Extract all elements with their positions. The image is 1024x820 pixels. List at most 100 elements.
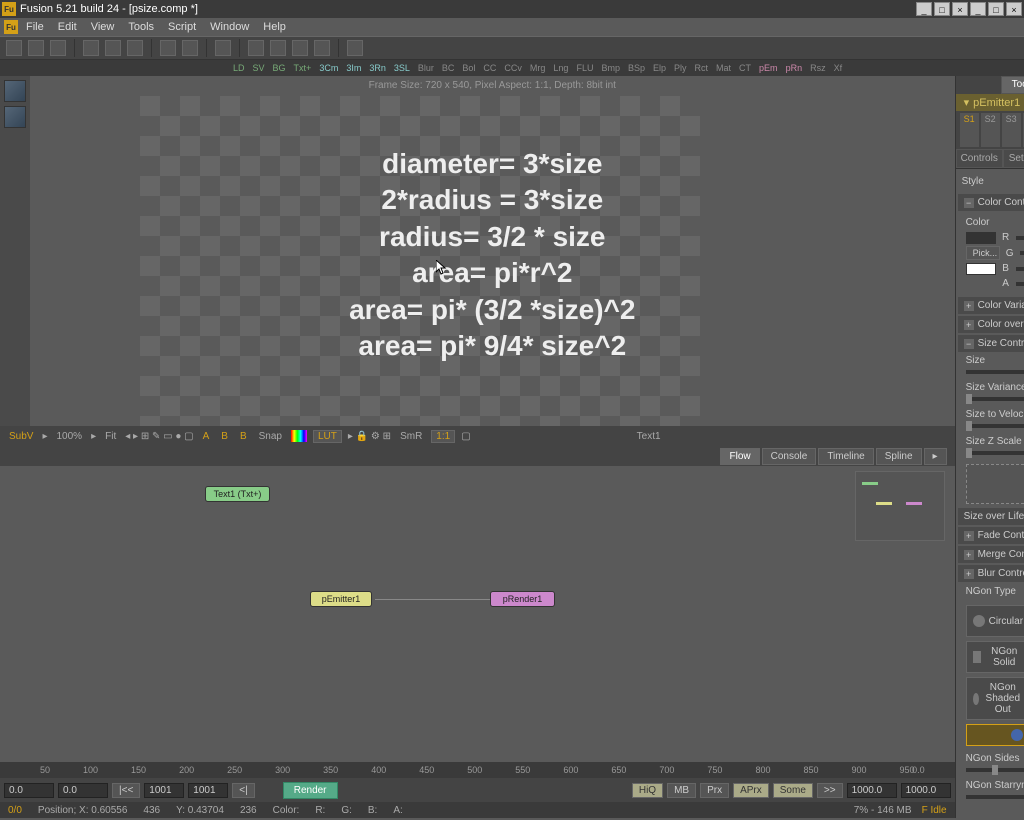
timeline-ruler[interactable]: 50100150 200250300 350400450 500550600 6… (0, 762, 955, 778)
slider-g[interactable] (1020, 251, 1024, 255)
lut-button[interactable]: LUT (313, 430, 342, 443)
tl-range-a[interactable] (847, 783, 897, 798)
tl-end-field[interactable]: 0.0 (912, 765, 925, 775)
layout5-button[interactable] (347, 40, 363, 56)
layout2-button[interactable] (270, 40, 286, 56)
tab-timeline[interactable]: Timeline (818, 448, 873, 465)
tool-rct[interactable]: Rct (692, 62, 712, 74)
subv-button[interactable]: SubV (6, 431, 36, 442)
tool-cc[interactable]: CC (480, 62, 499, 74)
paste-button[interactable] (127, 40, 143, 56)
tool-ccv[interactable]: CCv (501, 62, 525, 74)
ngon-circle[interactable]: Circle (966, 724, 1024, 746)
color-strip[interactable] (291, 430, 307, 442)
play-start-button[interactable]: |<< (112, 783, 140, 798)
tool-3cm[interactable]: 3Cm (316, 62, 341, 74)
aprx-button[interactable]: APrx (733, 783, 769, 798)
slider-r[interactable] (1016, 236, 1024, 240)
viewer-canvas[interactable]: Frame Size: 720 x 540, Pixel Aspect: 1:1… (30, 76, 955, 426)
render-button[interactable]: Render (283, 782, 338, 799)
save-button[interactable] (50, 40, 66, 56)
tool-ld[interactable]: LD (230, 62, 248, 74)
fit-button[interactable]: Fit (102, 431, 119, 442)
tab-spline[interactable]: Spline (876, 448, 922, 465)
viewer-tool-1[interactable] (4, 80, 26, 102)
slot-s2[interactable]: S2 (981, 113, 1000, 147)
tool-blur[interactable]: Blur (415, 62, 437, 74)
section-color-controls[interactable]: −Color Controls (958, 194, 1024, 211)
menu-tools[interactable]: Tools (122, 19, 160, 35)
vt-b1[interactable]: B (218, 431, 231, 442)
ratio-button[interactable]: 1:1 (431, 430, 455, 443)
menu-edit[interactable]: Edit (52, 19, 83, 35)
tab-collapse[interactable]: ▸ (924, 448, 947, 465)
doc-minimize-button[interactable]: _ (970, 2, 986, 16)
curve-editor[interactable] (966, 464, 1024, 504)
layout1-button[interactable] (248, 40, 264, 56)
tool-bsp[interactable]: BSp (625, 62, 648, 74)
tool-bc[interactable]: BC (439, 62, 458, 74)
tool-pem[interactable]: pEm (756, 62, 781, 74)
tl-small-b[interactable] (188, 783, 228, 798)
viewer-tool-2[interactable] (4, 106, 26, 128)
node-prender1[interactable]: pRender1 (490, 591, 555, 607)
close-button[interactable]: × (952, 2, 968, 16)
menu-help[interactable]: Help (257, 19, 292, 35)
delete-button[interactable] (215, 40, 231, 56)
tab-console[interactable]: Console (762, 448, 817, 465)
section-size-controls[interactable]: −Size Controls (958, 335, 1024, 352)
tool-xf[interactable]: Xf (831, 62, 846, 74)
flow-navigator[interactable] (855, 471, 945, 541)
tool-3im[interactable]: 3Im (343, 62, 364, 74)
menu-file[interactable]: File (20, 19, 50, 35)
tool-elp[interactable]: Elp (650, 62, 669, 74)
tool-lng[interactable]: Lng (550, 62, 571, 74)
tool-bmp[interactable]: Bmp (598, 62, 623, 74)
size-z-slider[interactable] (966, 451, 1024, 455)
zoom-level[interactable]: 100% (54, 431, 86, 442)
some-button[interactable]: Some (773, 783, 813, 798)
mb-button[interactable]: MB (667, 783, 696, 798)
size-vel-slider[interactable] (966, 424, 1024, 428)
open-button[interactable] (28, 40, 44, 56)
tool-mrg[interactable]: Mrg (527, 62, 549, 74)
play-end-button[interactable]: >> (817, 783, 843, 798)
menu-view[interactable]: View (85, 19, 121, 35)
ngon-sides-slider[interactable] (966, 768, 1024, 772)
new-button[interactable] (6, 40, 22, 56)
doc-maximize-button[interactable]: □ (988, 2, 1004, 16)
ngon-starry-slider[interactable] (966, 795, 1024, 799)
tool-prn[interactable]: pRn (783, 62, 806, 74)
tl-range-b[interactable] (901, 783, 951, 798)
vt-a[interactable]: A (200, 431, 213, 442)
subtab-sets[interactable]: Sets (1003, 149, 1024, 168)
tl-current[interactable] (58, 783, 108, 798)
layout3-button[interactable] (292, 40, 308, 56)
tool-bg[interactable]: BG (270, 62, 289, 74)
section-blur[interactable]: +Blur Controls [2D] (958, 565, 1024, 582)
node-text1[interactable]: Text1 (Txt+) (205, 486, 270, 502)
tool-3rn[interactable]: 3Rn (366, 62, 389, 74)
maximize-button[interactable]: □ (934, 2, 950, 16)
snap-button[interactable]: Snap (256, 431, 285, 442)
tool-bol[interactable]: Bol (459, 62, 478, 74)
flow-canvas[interactable]: Text1 (Txt+) pEmitter1 pRender1 (0, 466, 955, 762)
panel-node-header[interactable]: ▾pEmitter1 (956, 94, 1024, 111)
tl-start[interactable] (4, 783, 54, 798)
copy-button[interactable] (105, 40, 121, 56)
slot-s3[interactable]: S3 (1002, 113, 1021, 147)
section-color-variance[interactable]: +Color Variance (958, 297, 1024, 314)
step-button[interactable]: <| (232, 783, 254, 798)
tool-sv[interactable]: SV (250, 62, 268, 74)
layout4-button[interactable] (314, 40, 330, 56)
color-swatch-dark[interactable] (966, 232, 996, 244)
slider-b[interactable] (1016, 267, 1024, 271)
vt-b2[interactable]: B (237, 431, 250, 442)
ngon-shaded-out[interactable]: NGon Shaded Out (966, 677, 1024, 720)
size-var-slider[interactable] (966, 397, 1024, 401)
node-pemitter1[interactable]: pEmitter1 (310, 591, 372, 607)
undo-button[interactable] (160, 40, 176, 56)
doc-close-button[interactable]: × (1006, 2, 1022, 16)
subtab-controls[interactable]: Controls (956, 149, 1003, 168)
section-merge[interactable]: +Merge Controls (958, 546, 1024, 563)
